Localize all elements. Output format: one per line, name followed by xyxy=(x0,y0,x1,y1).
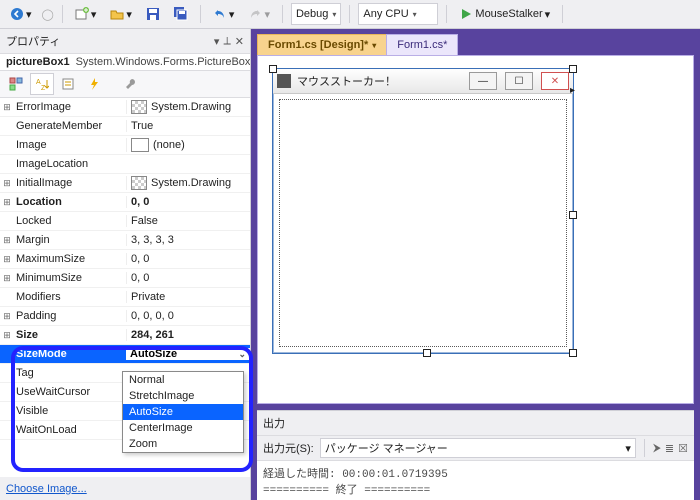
start-button[interactable]: MouseStalker ▾ xyxy=(455,5,554,23)
document-tab[interactable]: Form1.cs* xyxy=(386,34,458,55)
maximize-icon[interactable]: ☐ xyxy=(505,72,533,90)
output-title: 出力 xyxy=(257,411,694,436)
sizemode-option-normal[interactable]: Normal xyxy=(123,372,243,388)
close-icon[interactable]: ✕ xyxy=(235,35,244,48)
document-tab[interactable]: Form1.cs [Design]* ▾ xyxy=(257,34,387,55)
editor-area: Form1.cs [Design]* ▾Form1.cs* マウスストーカー！ … xyxy=(251,29,700,500)
resize-handle[interactable] xyxy=(569,349,577,357)
platform-dropdown[interactable]: Any CPU▾ xyxy=(358,3,438,25)
nav-back-button[interactable]: ▾ xyxy=(6,5,36,23)
resize-handle[interactable] xyxy=(569,65,577,73)
sizemode-dropdown: NormalStretchImageAutoSizeCenterImageZoo… xyxy=(122,371,244,453)
property-row-maximumsize[interactable]: ⊞MaximumSize0, 0 xyxy=(0,250,250,269)
properties-button[interactable] xyxy=(56,73,80,95)
property-row-margin[interactable]: ⊞Margin3, 3, 3, 3 xyxy=(0,231,250,250)
output-source-label: 出力元(S): xyxy=(263,440,314,456)
nav-fwd-button: ◯ xyxy=(42,8,54,21)
chevron-down-icon[interactable]: ▾ xyxy=(214,35,220,48)
new-project-button[interactable]: ▾ xyxy=(71,5,101,23)
categorized-button[interactable] xyxy=(4,73,28,95)
find-icon[interactable]: ⮞ xyxy=(653,442,661,455)
configuration-dropdown[interactable]: Debug▾ xyxy=(291,3,341,25)
smart-tag-icon[interactable]: ▸ xyxy=(570,85,575,96)
output-text[interactable]: 経過した時間: 00:00:01.0719395 ========== 終了 =… xyxy=(257,461,694,500)
redo-button[interactable]: ▾ xyxy=(244,5,274,23)
events-button[interactable] xyxy=(82,73,106,95)
image-swatch-icon xyxy=(131,176,147,190)
property-row-locked[interactable]: LockedFalse xyxy=(0,212,250,231)
main-toolbar: ▾ ◯ ▾ ▾ ▾ ▾ Debug▾ Any CPU▾ MouseStalker… xyxy=(0,0,700,29)
sizemode-option-centerimage[interactable]: CenterImage xyxy=(123,420,243,436)
save-all-button[interactable] xyxy=(170,5,192,23)
output-source-dropdown[interactable]: パッケージ マネージャー▾ xyxy=(320,438,636,458)
property-grid-toolbar: AZ xyxy=(0,71,250,98)
property-row-size[interactable]: ⊞Size284, 261 xyxy=(0,326,250,345)
resize-handle[interactable] xyxy=(423,349,431,357)
resize-handle[interactable] xyxy=(269,65,277,73)
property-row-generatemember[interactable]: GenerateMemberTrue xyxy=(0,117,250,136)
undo-button[interactable]: ▾ xyxy=(209,5,239,23)
designer-surface[interactable]: マウスストーカー！ — ☐ ✕ ▸ xyxy=(257,55,694,404)
chevron-down-icon[interactable]: ⌄ xyxy=(238,349,246,360)
minimize-icon[interactable]: — xyxy=(469,72,497,90)
object-selector[interactable]: pictureBox1 System.Windows.Forms.Picture… xyxy=(0,53,250,71)
sizemode-option-zoom[interactable]: Zoom xyxy=(123,436,243,452)
picturebox-control[interactable] xyxy=(279,99,567,347)
image-swatch-icon xyxy=(131,100,147,114)
app-icon xyxy=(277,74,291,88)
property-pages-button[interactable] xyxy=(118,73,142,95)
property-row-errorimage[interactable]: ⊞ErrorImageSystem.Drawing xyxy=(0,98,250,117)
panel-title: プロパティ xyxy=(6,33,214,49)
pin-icon[interactable]: ⟂ xyxy=(223,35,230,48)
resize-handle[interactable] xyxy=(569,211,577,219)
clear-icon[interactable]: ☒ xyxy=(678,442,688,455)
open-button[interactable]: ▾ xyxy=(106,5,136,23)
property-row-sizemode[interactable]: SizeModeAutoSize⌄ xyxy=(0,345,250,364)
property-row-location[interactable]: ⊞Location0, 0 xyxy=(0,193,250,212)
property-row-modifiers[interactable]: ModifiersPrivate xyxy=(0,288,250,307)
property-row-image[interactable]: Image(none) xyxy=(0,136,250,155)
chevron-down-icon: ▾ xyxy=(26,8,32,21)
choose-image-link[interactable]: Choose Image... xyxy=(0,477,250,500)
sizemode-option-stretchimage[interactable]: StretchImage xyxy=(123,388,243,404)
save-button[interactable] xyxy=(142,5,164,23)
sizemode-option-autosize[interactable]: AutoSize xyxy=(123,404,243,420)
property-row-minimumsize[interactable]: ⊞MinimumSize0, 0 xyxy=(0,269,250,288)
empty-box-icon xyxy=(131,138,149,152)
output-panel: 出力 出力元(S): パッケージ マネージャー▾ ⮞ ≣ ☒ 経過した時間: 0… xyxy=(257,410,694,500)
alphabetical-button[interactable]: AZ xyxy=(30,73,54,95)
document-tabs: Form1.cs [Design]* ▾Form1.cs* xyxy=(251,29,700,55)
property-row-imagelocation[interactable]: ImageLocation xyxy=(0,155,250,174)
close-icon[interactable]: ✕ xyxy=(541,72,569,90)
form-window[interactable]: マウスストーカー！ — ☐ ✕ ▸ xyxy=(272,68,574,354)
form-title: マウスストーカー！ xyxy=(297,73,461,89)
word-wrap-icon[interactable]: ≣ xyxy=(665,442,674,455)
property-row-padding[interactable]: ⊞Padding0, 0, 0, 0 xyxy=(0,307,250,326)
property-row-initialimage[interactable]: ⊞InitialImageSystem.Drawing xyxy=(0,174,250,193)
